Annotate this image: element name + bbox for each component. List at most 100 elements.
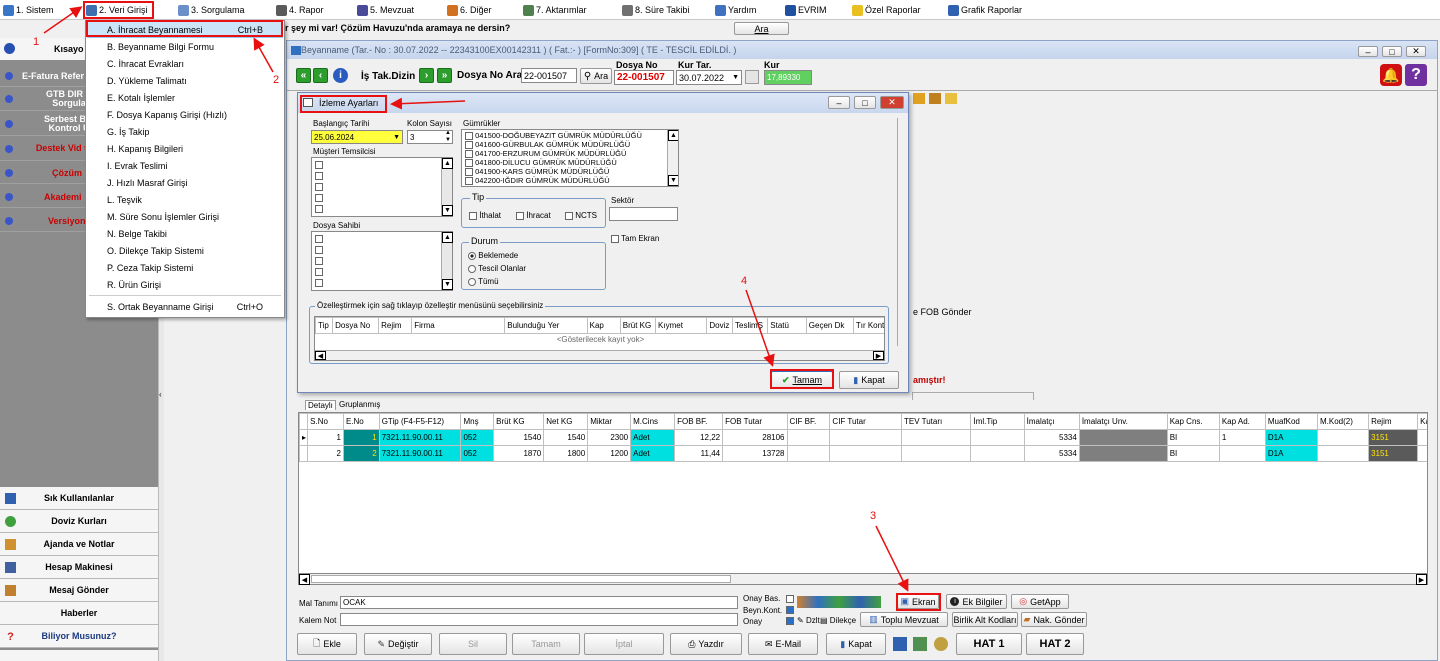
col-header[interactable]: Rejim bbox=[1368, 413, 1419, 430]
kapat-button[interactable]: ▮ Kapat bbox=[826, 633, 886, 655]
kur-tar-field[interactable]: 30.07.2022 ▼ bbox=[676, 70, 742, 85]
menu-item-ihracat-beyannamesi[interactable]: A. İhracat Beyannamesi Ctrl+B bbox=[87, 21, 281, 38]
menu-evrim[interactable]: EVRIM bbox=[785, 3, 827, 17]
col-header[interactable]: Katego bbox=[1417, 413, 1427, 430]
col-header[interactable]: S.No bbox=[307, 413, 344, 430]
menu-item[interactable]: I. Evrak Teslimi bbox=[87, 157, 281, 174]
dilekce-button[interactable]: ▤ Dilekçe bbox=[820, 616, 856, 625]
mal-tanimi-input[interactable]: OCAK bbox=[340, 596, 738, 609]
tescil-olanlar-radio[interactable]: Tescil Olanlar bbox=[468, 264, 526, 273]
menu-veri-girisi[interactable]: 2. Veri Girişi bbox=[86, 3, 148, 17]
menu-item[interactable]: O. Dilekçe Takip Sistemi bbox=[87, 242, 281, 259]
ajanda-button[interactable]: Ajanda ve Notlar bbox=[0, 533, 158, 556]
col-header[interactable]: FOB BF. bbox=[674, 413, 724, 430]
nak-gonder-button[interactable]: ▰ Nak. Gönder bbox=[1021, 612, 1087, 627]
biliyor-musunuz-button[interactable]: ? Biliyor Musunuz? bbox=[0, 625, 158, 648]
scroll-down-icon[interactable]: ▼ bbox=[668, 175, 678, 186]
hesap-makinesi-button[interactable]: Hesap Makinesi bbox=[0, 556, 158, 579]
sil-button[interactable]: Sil bbox=[439, 633, 507, 655]
mesaj-gonder-button[interactable]: Mesaj Gönder bbox=[0, 579, 158, 602]
minimize-button[interactable]: – bbox=[1358, 46, 1378, 57]
col-header[interactable]: TeslimŞ bbox=[732, 317, 769, 334]
col-header[interactable]: Geçen Dk bbox=[805, 317, 854, 334]
onay-bas-checkbox[interactable] bbox=[786, 595, 794, 603]
menu-item[interactable]: R. Ürün Girişi bbox=[87, 276, 281, 293]
scroll-right-icon[interactable]: ▶ bbox=[873, 351, 884, 360]
close-button[interactable]: ✕ bbox=[1406, 46, 1426, 57]
folder-open-icon[interactable] bbox=[929, 93, 941, 104]
menu-aktarimlar[interactable]: 7. Aktarımlar bbox=[523, 3, 587, 17]
col-header[interactable]: Kap Ad. bbox=[1218, 413, 1266, 430]
baslangic-input[interactable]: 25.06.2024 ▼ bbox=[311, 130, 403, 144]
gumruk-item[interactable]: 042200-IĞDIR GÜMRÜK MÜDÜRLÜĞÜ bbox=[465, 176, 642, 186]
table-row[interactable]: 2 2 7321.11.90.00.11 052 1870 1800 1200 Adet 11,… bbox=[299, 445, 1427, 462]
menu-sure-takibi[interactable]: 8. Süre Takibi bbox=[622, 3, 689, 17]
ithalat-checkbox[interactable]: İthalat bbox=[469, 211, 501, 220]
haberler-button[interactable]: Haberler bbox=[0, 602, 158, 625]
dialog-tamam-button[interactable]: ✔ Tamam bbox=[771, 371, 833, 389]
menu-rapor[interactable]: 4. Rapor bbox=[276, 3, 324, 17]
beyn-kont-checkbox[interactable] bbox=[786, 606, 794, 614]
next-record-button[interactable]: › bbox=[419, 68, 434, 83]
col-header[interactable]: Statü bbox=[767, 317, 807, 334]
dialog-close-button[interactable]: ✕ bbox=[880, 96, 904, 109]
col-header[interactable]: Brüt KG bbox=[619, 317, 657, 334]
menu-item[interactable]: N. Belge Takibi bbox=[87, 225, 281, 242]
tracking-grid[interactable]: Tip Dosya No Rejim Firma Bulunduğu Yer Kap Brü… bbox=[314, 316, 885, 361]
col-header[interactable]: Dosya No bbox=[332, 317, 380, 334]
col-header[interactable]: Net KG bbox=[543, 413, 589, 430]
col-header[interactable]: CIF Tutar bbox=[829, 413, 902, 430]
tab-detayli[interactable]: Detaylı bbox=[305, 400, 336, 410]
search-button[interactable]: Ara bbox=[734, 22, 789, 35]
dosya-no-field[interactable]: 22-001507 bbox=[614, 70, 674, 85]
bell-icon[interactable]: 🔔 bbox=[1380, 64, 1402, 86]
col-header[interactable]: Firma bbox=[411, 317, 506, 334]
col-header[interactable]: Bulunduğu Yer bbox=[504, 317, 588, 334]
menu-item[interactable]: C. İhracat Evrakları bbox=[87, 55, 281, 72]
col-header[interactable]: M.Cins bbox=[630, 413, 676, 430]
col-header[interactable]: FOB Tutar bbox=[722, 413, 788, 430]
prev-record-button[interactable]: ‹ bbox=[313, 68, 328, 83]
folder-icon[interactable] bbox=[913, 93, 925, 104]
menu-grafik-raporlar[interactable]: Grafik Raporlar bbox=[948, 3, 1022, 17]
scroll-up-icon[interactable]: ▲ bbox=[442, 158, 453, 169]
tam-ekran-checkbox[interactable]: Tam Ekran bbox=[611, 234, 659, 243]
menu-sorgulama[interactable]: 3. Sorgulama bbox=[178, 3, 245, 17]
col-header[interactable]: Doviz bbox=[706, 317, 734, 334]
dialog-scrollbar[interactable] bbox=[897, 118, 905, 346]
grid-horizontal-scrollbar[interactable]: ◀ ▶ bbox=[298, 573, 1428, 585]
doviz-kurlari-button[interactable]: Doviz Kurları bbox=[0, 510, 158, 533]
menu-ozel-raporlar[interactable]: Özel Raporlar bbox=[852, 3, 921, 17]
col-header[interactable]: GTip (F4-F5-F12) bbox=[378, 413, 462, 430]
dialog-maximize-button[interactable]: □ bbox=[854, 96, 876, 109]
scroll-up-icon[interactable]: ▲ bbox=[442, 232, 453, 243]
dzlt-label[interactable]: ✎ Dzlt bbox=[797, 616, 820, 625]
is-tak-dizin-label[interactable]: İş Tak.Dizin bbox=[361, 71, 415, 82]
tab-gruplanmis[interactable]: Gruplanmış bbox=[337, 400, 382, 409]
stepper-icon[interactable]: ▲ ▼ bbox=[445, 130, 451, 144]
grid-horizontal-scrollbar[interactable]: ◀ ▶ bbox=[315, 350, 884, 360]
col-header[interactable]: Mnş bbox=[460, 413, 495, 430]
onay-checkbox[interactable] bbox=[786, 617, 794, 625]
col-header[interactable]: Brüt KG bbox=[493, 413, 545, 430]
col-header[interactable]: Miktar bbox=[587, 413, 632, 430]
ihracat-checkbox[interactable]: İhracat bbox=[516, 211, 551, 220]
calendar-icon[interactable] bbox=[745, 70, 759, 84]
tamam-button[interactable]: Tamam bbox=[512, 633, 580, 655]
ekle-button[interactable]: 🗋 Ekle bbox=[297, 633, 357, 655]
dosya-ara-button[interactable]: ⚲ Ara bbox=[580, 68, 612, 84]
ek-bilgiler-button[interactable]: i Ek Bilgiler bbox=[946, 594, 1007, 609]
scroll-down-icon[interactable]: ▼ bbox=[442, 205, 453, 216]
col-header[interactable]: İml.Tip bbox=[970, 413, 1025, 430]
scroll-up-icon[interactable]: ▲ bbox=[668, 130, 678, 141]
col-header[interactable]: M.Kod(2) bbox=[1316, 413, 1370, 430]
hat2-button[interactable]: HAT 2 bbox=[1026, 633, 1084, 655]
beklemede-radio[interactable]: Beklemede bbox=[468, 251, 518, 260]
menu-item[interactable]: B. Beyanname Bilgi Formu bbox=[87, 38, 281, 55]
grid-icon[interactable] bbox=[893, 637, 907, 651]
toplu-mevzuat-button[interactable]: ▥ Toplu Mevzuat bbox=[860, 612, 948, 627]
col-header[interactable]: MuafKod bbox=[1264, 413, 1318, 430]
birlik-alt-kodlari-button[interactable]: Birlik Alt Kodları bbox=[952, 612, 1018, 627]
ncts-checkbox[interactable]: NCTS bbox=[565, 211, 597, 220]
kalem-not-input[interactable] bbox=[340, 613, 738, 626]
